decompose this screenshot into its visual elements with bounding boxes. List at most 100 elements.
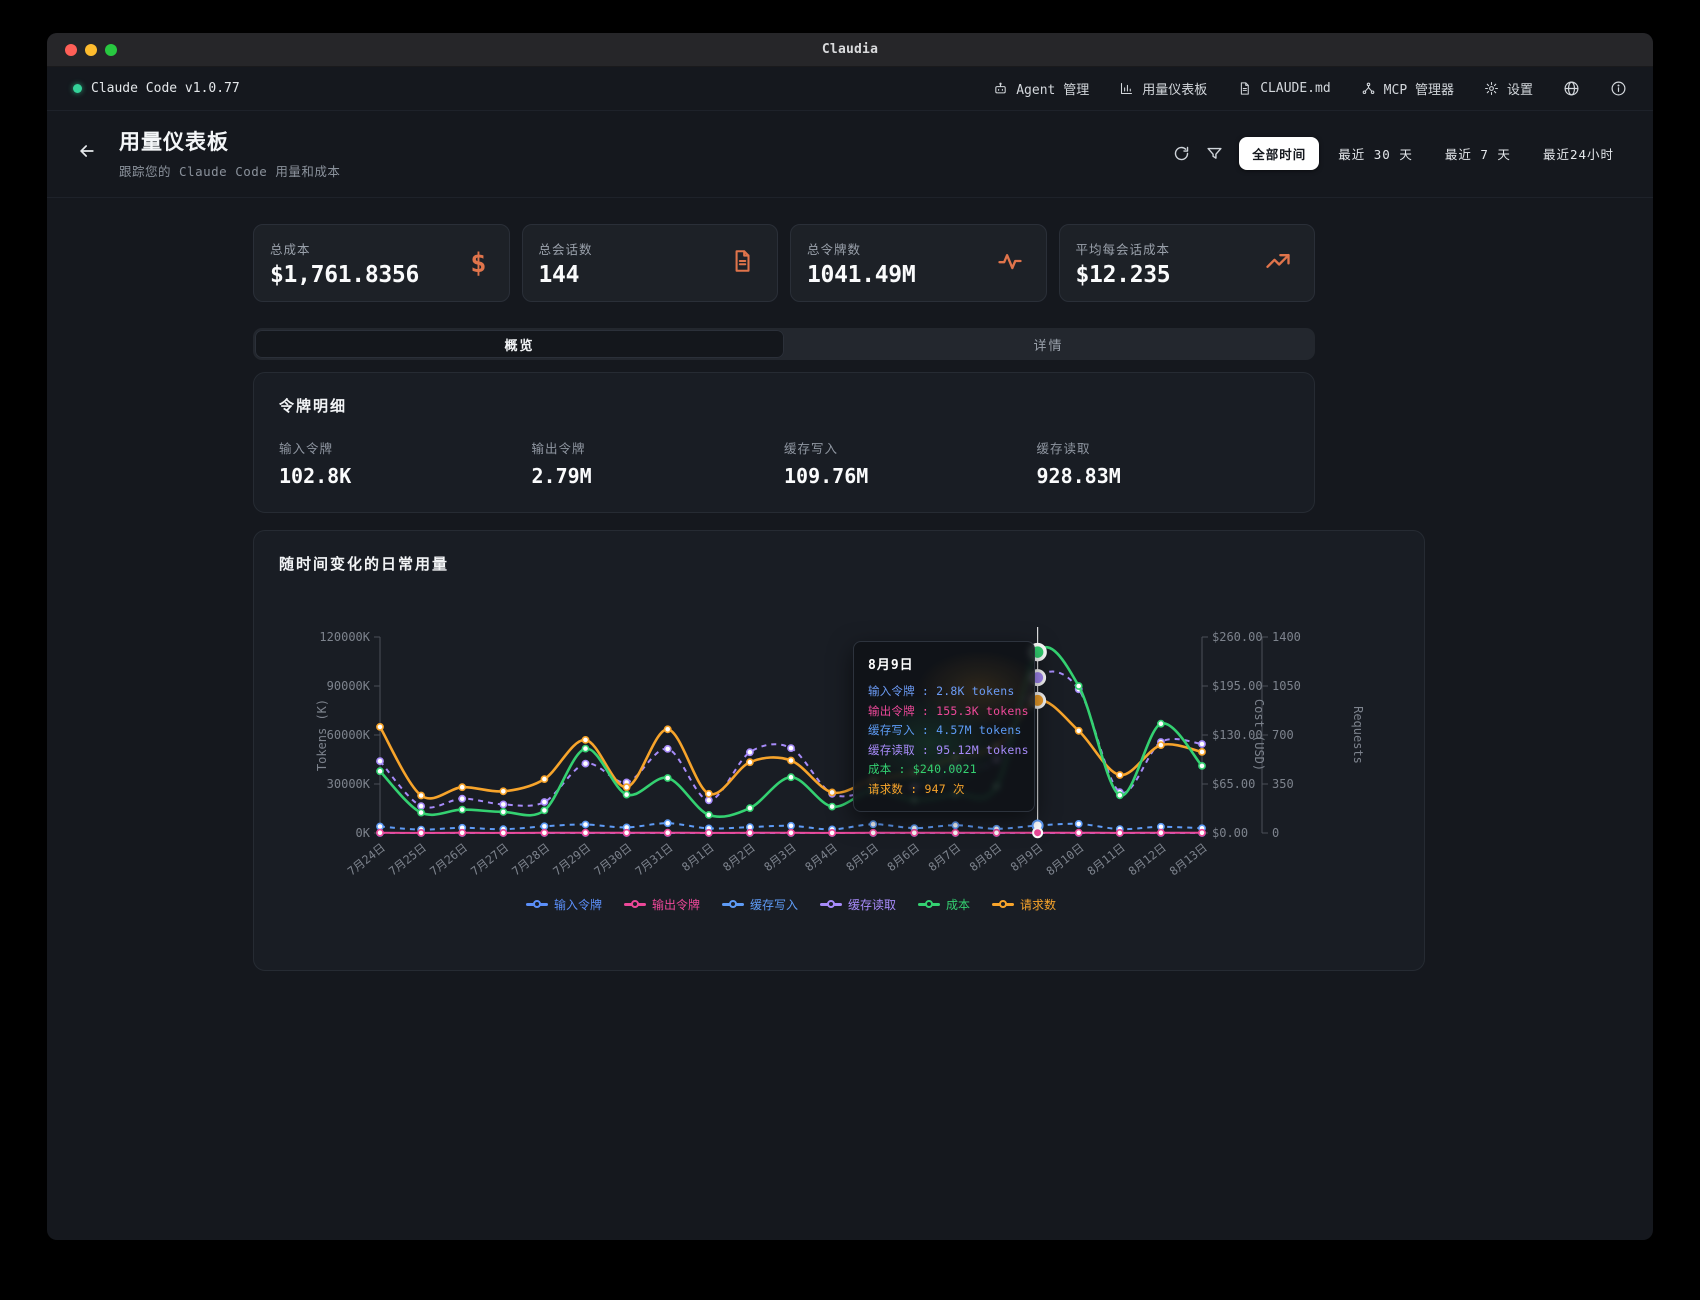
legend-marker-icon — [526, 903, 548, 906]
info-button[interactable] — [1610, 80, 1627, 97]
svg-text:1050: 1050 — [1272, 679, 1301, 693]
tooltip-row: 成本 : $240.0021 — [868, 760, 1020, 780]
legend-marker-icon — [820, 903, 842, 906]
titlebar: Claudia — [47, 33, 1653, 67]
nav-item-1[interactable]: 用量仪表板 — [1119, 79, 1207, 98]
chart-area[interactable]: 0K30000K60000K90000K120000K$0.00$65.00$1… — [254, 580, 1424, 896]
time-range-button-2[interactable]: 最近 7 天 — [1432, 137, 1524, 170]
stat-card-2: 总令牌数 1041.49M — [790, 224, 1047, 302]
legend-item-3[interactable]: 缓存读取 — [820, 896, 896, 913]
svg-text:8月8日: 8月8日 — [967, 840, 1005, 874]
time-range-button-0[interactable]: 全部时间 — [1239, 137, 1319, 170]
token-item-label: 输出令牌 — [532, 438, 785, 457]
globe-button[interactable] — [1563, 80, 1580, 97]
time-range-button-3[interactable]: 最近24小时 — [1530, 137, 1627, 170]
legend-label: 输出令牌 — [652, 896, 700, 913]
svg-text:8月12日: 8月12日 — [1126, 840, 1169, 878]
filter-button[interactable] — [1206, 145, 1223, 162]
time-range-button-1[interactable]: 最近 30 天 — [1325, 137, 1426, 170]
svg-text:8月10日: 8月10日 — [1043, 840, 1086, 878]
tab-overview[interactable]: 概览 — [255, 330, 784, 358]
svg-text:8月3日: 8月3日 — [761, 840, 799, 874]
stat-card-value: 1041.49M — [807, 262, 915, 288]
nav-item-label: Agent 管理 — [1016, 79, 1089, 98]
trending-up-icon — [1264, 247, 1292, 279]
legend-item-4[interactable]: 成本 — [918, 896, 970, 913]
stat-card-label: 平均每会话成本 — [1076, 239, 1171, 258]
token-item-value: 102.8K — [279, 464, 532, 488]
stat-card-value: 144 — [539, 262, 593, 288]
file-text-icon — [729, 248, 755, 278]
token-item-value: 928.83M — [1037, 464, 1290, 488]
token-item-value: 2.79M — [532, 464, 785, 488]
stat-cards-row: 总成本 $1,761.8356$总会话数 144总令牌数 1041.49M平均每… — [253, 224, 1315, 302]
token-breakdown-item-2: 缓存写入 109.76M — [784, 438, 1037, 488]
tooltip-row: 输入令牌 : 2.8K tokens — [868, 682, 1020, 702]
minimize-button[interactable] — [85, 44, 97, 56]
app-window: Claudia Claude Code v1.0.77 Agent 管理用量仪表… — [47, 33, 1653, 1240]
svg-text:8月1日: 8月1日 — [679, 840, 717, 874]
app-title: Claudia — [822, 42, 878, 57]
activity-icon — [996, 247, 1024, 279]
refresh-button[interactable] — [1173, 145, 1190, 162]
svg-text:8月11日: 8月11日 — [1085, 840, 1128, 878]
legend-item-1[interactable]: 输出令牌 — [624, 896, 700, 913]
back-button[interactable] — [73, 137, 101, 169]
page-header: 用量仪表板 跟踪您的 Claude Code 用量和成本 全部时间最近 30 天… — [47, 111, 1653, 198]
bar-chart-icon — [1119, 81, 1134, 96]
robot-icon — [993, 81, 1008, 96]
svg-text:8月7日: 8月7日 — [926, 840, 964, 874]
nav-item-2[interactable]: CLAUDE.md — [1237, 81, 1330, 96]
chart-tooltip: 8月9日 输入令牌 : 2.8K tokens输出令牌 : 155.3K tok… — [853, 641, 1035, 812]
chart-panel: 随时间变化的日常用量 0K30000K60000K90000K120000K$0… — [253, 530, 1425, 971]
svg-text:8月5日: 8月5日 — [843, 840, 881, 874]
svg-text:8月4日: 8月4日 — [802, 840, 840, 874]
svg-text:0: 0 — [1272, 826, 1279, 840]
page-subtitle: 跟踪您的 Claude Code 用量和成本 — [119, 161, 340, 180]
nav-item-3[interactable]: MCP 管理器 — [1361, 79, 1454, 98]
token-item-label: 缓存读取 — [1037, 438, 1290, 457]
token-breakdown-title: 令牌明细 — [279, 395, 1289, 416]
legend-item-5[interactable]: 请求数 — [992, 896, 1056, 913]
legend-item-0[interactable]: 输入令牌 — [526, 896, 602, 913]
top-navigation: Claude Code v1.0.77 Agent 管理 用量仪表板 CLAUDE.… — [47, 67, 1653, 111]
status-dot-icon — [73, 84, 82, 93]
svg-text:$195.00: $195.00 — [1212, 679, 1263, 693]
time-range-group: 全部时间最近 30 天最近 7 天最近24小时 — [1239, 137, 1627, 170]
legend-marker-icon — [918, 903, 940, 906]
brand: Claude Code v1.0.77 — [73, 81, 240, 96]
legend-label: 缓存读取 — [848, 896, 896, 913]
legend-label: 请求数 — [1020, 896, 1056, 913]
svg-text:8月13日: 8月13日 — [1167, 840, 1210, 878]
legend-marker-icon — [624, 903, 646, 906]
nav-item-4[interactable]: 设置 — [1484, 79, 1533, 98]
tooltip-row: 缓存读取 : 95.12M tokens — [868, 741, 1020, 761]
token-breakdown-panel: 令牌明细 输入令牌 102.8K输出令牌 2.79M缓存写入 109.76M缓存… — [253, 372, 1315, 513]
svg-text:7月29日: 7月29日 — [550, 840, 593, 878]
filter-icon — [1206, 145, 1223, 162]
tab-details[interactable]: 详情 — [784, 330, 1313, 358]
stat-card-label: 总会话数 — [539, 239, 593, 258]
refresh-icon — [1173, 145, 1190, 162]
legend-label: 成本 — [946, 896, 970, 913]
nav-item-0[interactable]: Agent 管理 — [993, 79, 1089, 98]
series-输出令牌 — [377, 830, 1205, 836]
svg-text:7月31日: 7月31日 — [632, 840, 675, 878]
svg-text:700: 700 — [1272, 728, 1294, 742]
close-button[interactable] — [65, 44, 77, 56]
token-item-label: 输入令牌 — [279, 438, 532, 457]
legend-item-2[interactable]: 缓存写入 — [722, 896, 798, 913]
svg-text:8月6日: 8月6日 — [884, 840, 922, 874]
svg-text:7月26日: 7月26日 — [427, 840, 470, 878]
svg-text:7月24日: 7月24日 — [345, 840, 388, 878]
nav-item-label: MCP 管理器 — [1384, 79, 1454, 98]
zoom-button[interactable] — [105, 44, 117, 56]
token-item-value: 109.76M — [784, 464, 1037, 488]
svg-text:8月2日: 8月2日 — [720, 840, 758, 874]
tooltip-row: 输出令牌 : 155.3K tokens — [868, 702, 1020, 722]
svg-text:90000K: 90000K — [327, 679, 371, 693]
header-toolbar: 全部时间最近 30 天最近 7 天最近24小时 — [1173, 137, 1627, 170]
token-breakdown-item-3: 缓存读取 928.83M — [1037, 438, 1290, 488]
svg-text:0K: 0K — [356, 826, 371, 840]
svg-text:7月30日: 7月30日 — [591, 840, 634, 878]
